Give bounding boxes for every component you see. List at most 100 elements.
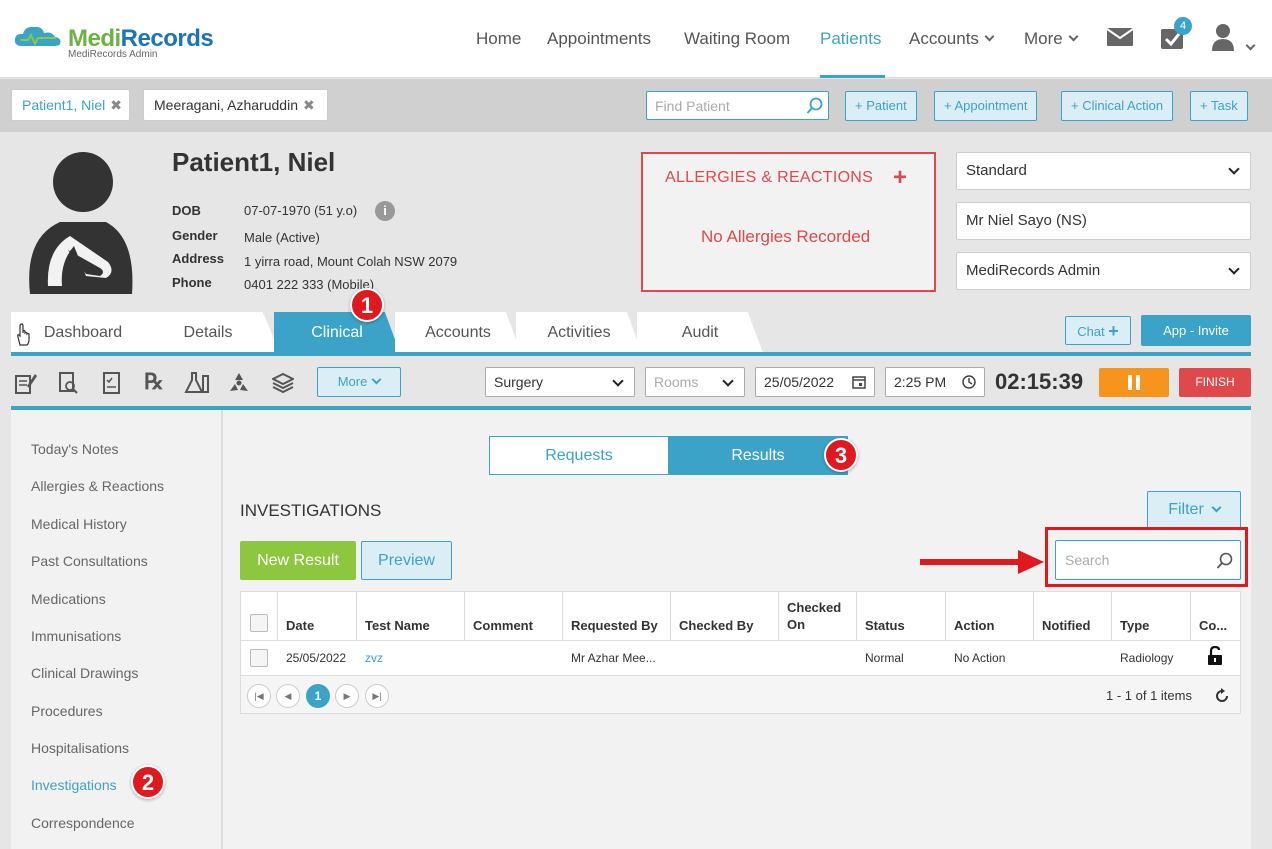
account-value: MediRecords Admin	[966, 262, 1101, 279]
sidebar-item-medical-history[interactable]: Medical History	[31, 516, 127, 532]
table-header-type[interactable]: Type	[1112, 592, 1191, 640]
find-patient-input[interactable]	[647, 92, 802, 119]
sidebar-item-procedures[interactable]: Procedures	[31, 703, 103, 719]
sidebar-item-clinical-drawings[interactable]: Clinical Drawings	[31, 665, 138, 681]
filter-button[interactable]: Filter	[1147, 491, 1241, 529]
add-clinical-action-button[interactable]: + Clinical Action	[1061, 91, 1174, 121]
table-header-requested-by[interactable]: Requested By	[563, 592, 671, 640]
close-icon[interactable]: ✖	[303, 97, 315, 113]
document-checklist-icon[interactable]	[102, 372, 122, 394]
tab-clinical[interactable]: Clinical	[274, 312, 400, 353]
nav-more-label: More	[1024, 29, 1063, 48]
gender-value: Male (Active)	[244, 230, 320, 245]
date-field[interactable]: 25/05/2022	[755, 367, 875, 397]
lock-open-icon[interactable]	[1207, 646, 1223, 666]
last-page-icon[interactable]: ▶|	[365, 684, 389, 708]
stack-layers-icon[interactable]	[272, 372, 294, 394]
rooms-select[interactable]: Rooms	[645, 367, 745, 397]
doctor-field[interactable]: Mr Niel Sayo (NS)	[956, 202, 1251, 240]
tab-underline	[11, 352, 1251, 356]
toolbar-more-button[interactable]: More	[317, 367, 401, 397]
mail-icon[interactable]	[1107, 28, 1133, 46]
table-header-checked-by[interactable]: Checked By	[671, 592, 779, 640]
nav-appointments[interactable]: Appointments	[547, 29, 651, 49]
prev-page-icon[interactable]: ◀	[276, 684, 300, 708]
sidebar-item-immunisations[interactable]: Immunisations	[31, 628, 121, 644]
lab-flask-icon[interactable]	[184, 372, 210, 394]
find-patient-field[interactable]	[646, 91, 829, 120]
nav-patients[interactable]: Patients	[820, 29, 881, 49]
investigations-search-field[interactable]	[1055, 540, 1241, 580]
table-header-test-name[interactable]: Test Name	[357, 592, 465, 640]
table-header-notified[interactable]: Notified	[1034, 592, 1112, 640]
search-icon[interactable]	[806, 97, 824, 115]
patient-tab-azharuddin[interactable]: Meeragani, Azharuddin ✖	[143, 89, 328, 121]
first-page-icon[interactable]: |◀	[247, 684, 271, 708]
clock-icon[interactable]	[962, 375, 976, 389]
add-allergy-plus-icon[interactable]: +	[893, 164, 907, 192]
nav-waiting-room[interactable]: Waiting Room	[684, 29, 790, 49]
billing-type-select[interactable]: Standard	[956, 152, 1251, 190]
table-header-comment[interactable]: Comment	[465, 592, 563, 640]
results-tab[interactable]: Results	[668, 436, 848, 475]
cell-date: 25/05/2022	[286, 651, 347, 665]
table-header-confidential[interactable]: Co...	[1191, 592, 1240, 640]
search-document-icon[interactable]	[58, 372, 78, 394]
cell-test-name-link[interactable]: zvz	[357, 641, 465, 675]
sidebar-item-medications[interactable]: Medications	[31, 591, 106, 607]
rooms-placeholder: Rooms	[654, 374, 699, 390]
table-header-checked-on[interactable]: Checked On	[779, 592, 857, 640]
select-all-checkbox[interactable]	[250, 614, 268, 632]
radiology-icon[interactable]	[228, 372, 250, 394]
active-nav-indicator	[820, 75, 885, 78]
sidebar-item-todays-notes[interactable]: Today's Notes	[31, 441, 119, 457]
prescription-icon[interactable]: ℞	[144, 369, 164, 395]
notes-icon[interactable]	[15, 372, 37, 394]
tab-audit-label: Audit	[681, 324, 719, 341]
time-field[interactable]: 2:25 PM	[885, 367, 985, 397]
table-header-action[interactable]: Action	[946, 592, 1034, 640]
user-icon[interactable]	[1212, 23, 1236, 51]
tab-audit[interactable]: Audit	[637, 312, 763, 353]
patient-tab-niel[interactable]: Patient1, Niel ✖	[11, 89, 130, 121]
app-invite-button[interactable]: App - Invite	[1141, 315, 1251, 346]
table-header-date[interactable]: Date	[278, 592, 357, 640]
sidebar-item-past-consultations[interactable]: Past Consultations	[31, 553, 148, 569]
location-select[interactable]: Surgery	[485, 367, 635, 397]
account-select[interactable]: MediRecords Admin	[956, 252, 1251, 290]
tab-details[interactable]: Details	[136, 312, 280, 353]
nav-more[interactable]: More	[1024, 29, 1079, 49]
requests-tab[interactable]: Requests	[489, 436, 669, 475]
search-icon[interactable]	[1216, 552, 1234, 570]
table-header-status[interactable]: Status	[857, 592, 946, 640]
tab-activities[interactable]: Activities	[516, 312, 642, 353]
sidebar-item-hospitalisations[interactable]: Hospitalisations	[31, 740, 129, 756]
refresh-icon[interactable]	[1214, 688, 1230, 704]
add-task-button[interactable]: + Task	[1190, 91, 1248, 121]
row-checkbox[interactable]	[250, 649, 268, 667]
tab-accounts[interactable]: Accounts	[395, 312, 521, 353]
calendar-icon[interactable]	[852, 375, 866, 389]
add-appointment-button[interactable]: + Appointment	[934, 91, 1038, 121]
sidebar-item-allergies[interactable]: Allergies & Reactions	[31, 478, 164, 494]
investigations-search-input[interactable]	[1056, 541, 1211, 579]
preview-button[interactable]: Preview	[361, 541, 452, 580]
info-icon[interactable]: i	[375, 201, 395, 221]
page-number-current[interactable]: 1	[306, 684, 330, 708]
sidebar-item-correspondence[interactable]: Correspondence	[31, 815, 135, 831]
finish-button[interactable]: FINISH	[1179, 368, 1251, 397]
hand-pointer-icon	[17, 323, 30, 346]
nav-home[interactable]: Home	[476, 29, 521, 49]
chat-button[interactable]: Chat +	[1065, 316, 1131, 345]
sidebar-item-investigations[interactable]: Investigations	[31, 777, 117, 793]
chevron-down-icon[interactable]	[1245, 40, 1256, 51]
next-page-icon[interactable]: ▶	[335, 684, 359, 708]
add-patient-button[interactable]: + Patient	[845, 91, 917, 121]
pause-button[interactable]	[1099, 368, 1169, 397]
annotation-badge-2: 2	[131, 765, 165, 799]
table-row[interactable]: 25/05/2022 zvz Mr Azhar Mee... Normal No…	[241, 641, 1240, 675]
nav-accounts[interactable]: Accounts	[909, 29, 995, 49]
chevron-down-icon	[612, 375, 624, 387]
close-icon[interactable]: ✖	[110, 97, 122, 113]
new-result-button[interactable]: New Result	[240, 541, 356, 580]
